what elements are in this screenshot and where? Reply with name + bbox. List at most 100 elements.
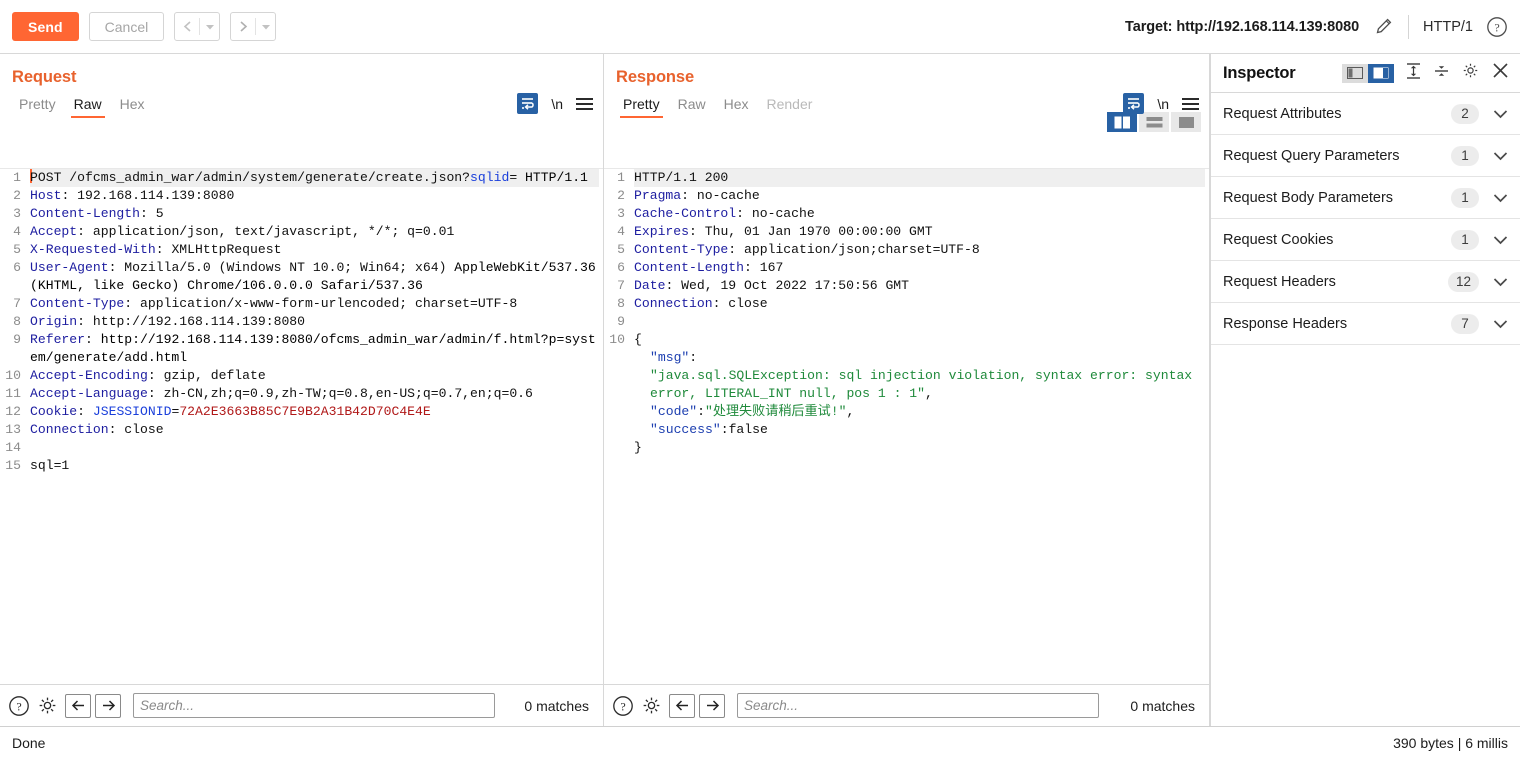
- search-prev-button[interactable]: [669, 693, 695, 718]
- code-text: : Thu, 01 Jan 1970 00:00:00 GMT: [689, 224, 933, 239]
- toolbar: Send Cancel Target: http://192.168.114.1…: [0, 0, 1520, 54]
- inspector-section-request-query-parameters[interactable]: Request Query Parameters 1: [1211, 135, 1520, 177]
- header-name: Cache-Control: [634, 206, 737, 221]
- chevron-down-icon[interactable]: [1493, 319, 1508, 329]
- help-circle-icon[interactable]: ?: [612, 695, 634, 717]
- response-metrics: 390 bytes | 6 millis: [1393, 734, 1508, 751]
- chevron-down-icon[interactable]: [1493, 235, 1508, 245]
- code-text: }: [634, 440, 642, 455]
- search-next-button[interactable]: [699, 693, 725, 718]
- tab-response-raw[interactable]: Raw: [669, 96, 715, 118]
- svg-text:?: ?: [1494, 20, 1499, 34]
- next-request-button[interactable]: [230, 12, 277, 41]
- word-wrap-icon[interactable]: [517, 93, 539, 114]
- inspector-view-toggle: [1342, 63, 1394, 83]
- response-pane: Response Pretty Raw Hex Render \n 1 2 3 …: [604, 54, 1210, 726]
- code-text: :: [77, 404, 93, 419]
- inspector-sections: Request Attributes 2 Request Query Paramet…: [1211, 93, 1520, 345]
- json-string: "处理失败请稍后重试!": [705, 404, 847, 419]
- line-number: 14: [5, 440, 21, 455]
- inspector-panel: Inspector Request Attributes 2 Request Q…: [1210, 54, 1520, 726]
- code-line: Content-Length: 5: [30, 205, 599, 223]
- header-name: Expires: [634, 224, 690, 239]
- line-number: [604, 403, 631, 421]
- chevron-down-icon[interactable]: [1493, 109, 1508, 119]
- help-circle-icon[interactable]: ?: [1486, 16, 1508, 38]
- inspector-section-response-headers[interactable]: Response Headers 7: [1211, 303, 1520, 345]
- pencil-icon[interactable]: [1373, 16, 1394, 37]
- header-name: Connection: [634, 296, 713, 311]
- line-number: 10: [609, 332, 625, 347]
- response-body-text[interactable]: HTTP/1.1 200 Pragma: no-cache Cache-Contro…: [634, 169, 1205, 457]
- code-text: JSESSIONID: [92, 404, 172, 419]
- response-editor[interactable]: 1 2 3 4 5 6 7 8 9 10 HTTP/1.1 200 Pragma: no-cache…: [604, 168, 1209, 684]
- code-line: "java.sql.SQLException: sql injection vi…: [634, 367, 1205, 403]
- gear-icon[interactable]: [641, 695, 662, 716]
- panel-right-icon[interactable]: [1368, 63, 1394, 83]
- inspector-header: Inspector: [1211, 54, 1520, 93]
- search-next-button[interactable]: [95, 693, 121, 718]
- tab-response-render[interactable]: Render: [758, 96, 822, 118]
- tab-request-hex[interactable]: Hex: [111, 96, 154, 118]
- header-name: Content-Type: [634, 242, 729, 257]
- code-line: "success":false: [634, 421, 1205, 439]
- line-number: 8: [13, 314, 21, 329]
- chevron-down-icon[interactable]: [256, 13, 275, 40]
- request-body-text[interactable]: POST /ofcms_admin_war/admin/system/gener…: [30, 169, 599, 475]
- collapse-all-icon[interactable]: [1433, 62, 1450, 85]
- show-newlines-toggle[interactable]: \n: [1157, 96, 1169, 112]
- request-editor[interactable]: 1 2 3 4 5 6 7 8 9 10 11 12 13 14 15 POST /ofcms_admin_…: [0, 168, 603, 684]
- hamburger-menu-icon[interactable]: [576, 97, 593, 110]
- response-match-count: 0 matches: [1130, 697, 1195, 714]
- show-newlines-toggle[interactable]: \n: [551, 96, 563, 112]
- search-prev-button[interactable]: [65, 693, 91, 718]
- expand-all-icon[interactable]: [1405, 62, 1422, 85]
- code-line: Accept-Language: zh-CN,zh;q=0.9,zh-TW;q=…: [30, 385, 599, 403]
- inspector-section-label: Response Headers: [1223, 315, 1348, 332]
- line-number: 8: [617, 296, 625, 311]
- inspector-section-request-cookies[interactable]: Request Cookies 1: [1211, 219, 1520, 261]
- toolbar-right-group: Target: http://192.168.114.139:8080 HTTP…: [1125, 14, 1508, 39]
- chevron-down-icon[interactable]: [1493, 193, 1508, 203]
- send-button[interactable]: Send: [12, 12, 79, 41]
- cancel-button[interactable]: Cancel: [88, 12, 165, 41]
- line-number: 9: [13, 332, 21, 347]
- http-version-label[interactable]: HTTP/1: [1423, 19, 1473, 35]
- tab-response-pretty[interactable]: Pretty: [614, 96, 669, 118]
- chevron-right-icon: [231, 13, 255, 40]
- header-name: Content-Type: [30, 296, 125, 311]
- line-number: 15: [5, 458, 21, 473]
- chevron-down-icon[interactable]: [200, 13, 219, 40]
- tab-request-raw[interactable]: Raw: [65, 96, 111, 118]
- panel-left-icon[interactable]: [1342, 63, 1368, 83]
- line-number: [604, 439, 631, 457]
- inspector-section-request-attributes[interactable]: Request Attributes 2: [1211, 93, 1520, 135]
- chevron-down-icon[interactable]: [1493, 277, 1508, 287]
- gear-icon[interactable]: [1461, 61, 1480, 85]
- tab-request-pretty[interactable]: Pretty: [10, 96, 65, 118]
- code-line: Accept-Encoding: gzip, deflate: [30, 367, 599, 385]
- hamburger-menu-icon[interactable]: [1182, 97, 1199, 110]
- tab-response-hex[interactable]: Hex: [715, 96, 758, 118]
- line-number: [604, 421, 631, 439]
- inspector-section-label: Request Body Parameters: [1223, 189, 1394, 206]
- request-view-options: \n: [517, 93, 593, 118]
- code-text: :: [697, 404, 706, 419]
- prev-request-button[interactable]: [174, 12, 221, 41]
- help-circle-icon[interactable]: ?: [8, 695, 30, 717]
- gear-icon[interactable]: [37, 695, 58, 716]
- request-search-input[interactable]: [133, 693, 495, 718]
- inspector-section-count: 1: [1451, 229, 1479, 250]
- inspector-section-label: Request Cookies: [1223, 231, 1334, 248]
- code-text: :: [85, 332, 93, 347]
- line-number: 3: [13, 206, 21, 221]
- chevron-down-icon[interactable]: [1493, 151, 1508, 161]
- inspector-section-request-headers[interactable]: Request Headers 12: [1211, 261, 1520, 303]
- line-number: 4: [617, 224, 625, 239]
- response-search-input[interactable]: [737, 693, 1099, 718]
- code-text: : application/json;charset=UTF-8: [728, 242, 980, 257]
- close-icon[interactable]: [1491, 61, 1510, 85]
- word-wrap-icon[interactable]: [1123, 93, 1145, 114]
- inspector-section-request-body-parameters[interactable]: Request Body Parameters 1: [1211, 177, 1520, 219]
- header-name: Host: [30, 188, 62, 203]
